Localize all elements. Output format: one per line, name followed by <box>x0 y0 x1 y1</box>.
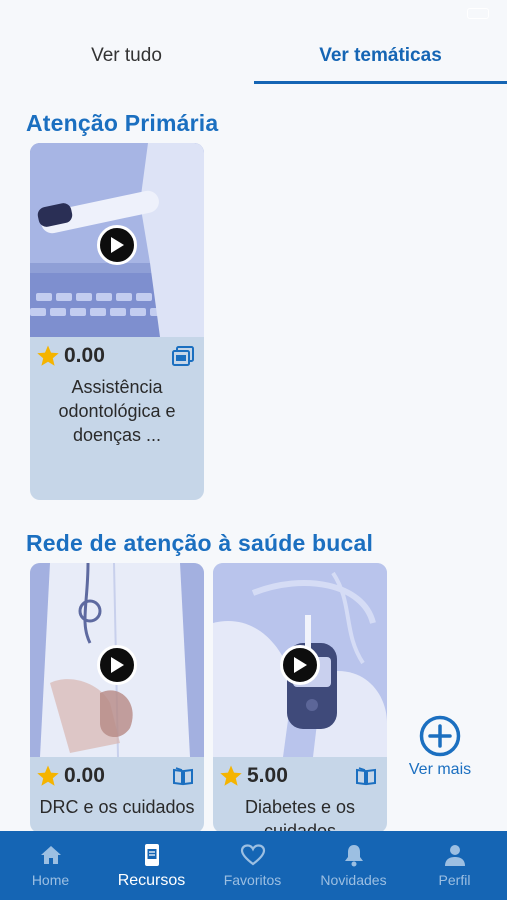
nav-home-label: Home <box>31 872 70 888</box>
resource-card[interactable]: 0.00 DRC e os cuidados <box>30 563 204 833</box>
card-thumbnail <box>30 563 204 757</box>
tab-bar: Ver tudo Ver temáticas <box>0 28 507 84</box>
card-title: Assistência odontológica e doenças ... <box>58 377 176 445</box>
nav-home[interactable]: Home <box>0 831 101 900</box>
resource-card[interactable]: 0.00 Assistência odontológica e doenças … <box>30 143 204 500</box>
resource-card[interactable]: 5.00 Diabetes e os cuidados <box>213 563 387 833</box>
rating-row: 0.00 <box>36 763 198 789</box>
nav-resources-label: Recursos <box>117 872 186 889</box>
user-icon <box>444 845 465 866</box>
see-more-label: Ver mais <box>408 761 472 778</box>
play-icon[interactable] <box>97 645 137 685</box>
play-icon[interactable] <box>97 225 137 265</box>
rating-row: 5.00 <box>219 763 381 789</box>
nav-favorites-label: Favoritos <box>223 872 282 888</box>
rating-value: 0.00 <box>64 764 105 787</box>
star-icon <box>37 345 59 366</box>
see-more-button[interactable]: Ver mais <box>400 715 480 785</box>
rating-value: 5.00 <box>247 764 288 787</box>
status-bar <box>0 0 507 28</box>
plus-circle-icon <box>419 715 461 757</box>
card-thumbnail <box>30 143 204 337</box>
star-icon <box>37 765 59 786</box>
card-title: DRC e os cuidados <box>39 797 195 817</box>
nav-profile-label: Perfil <box>438 872 471 888</box>
section-title-rede-saude-bucal: Rede de atenção à saúde bucal <box>26 530 374 556</box>
pdf-icon <box>172 346 194 366</box>
card-title: Diabetes e os cuidados <box>244 797 356 833</box>
heart-icon <box>240 844 265 866</box>
rating-row: 0.00 <box>36 343 198 369</box>
nav-news-label: Novidades <box>320 872 387 888</box>
bell-icon <box>344 845 363 867</box>
home-icon <box>40 846 61 864</box>
book-icon <box>173 767 193 786</box>
active-tab-indicator <box>254 81 507 84</box>
star-icon <box>220 765 242 786</box>
nav-favorites[interactable]: Favoritos <box>202 831 303 900</box>
rating-value: 0.00 <box>64 344 105 367</box>
nav-resources[interactable]: Recursos <box>101 831 202 900</box>
play-icon[interactable] <box>280 645 320 685</box>
tab-ver-tematicas[interactable]: Ver temáticas <box>254 28 507 84</box>
card-thumbnail <box>213 563 387 757</box>
tab-ver-tudo[interactable]: Ver tudo <box>0 28 253 84</box>
nav-profile[interactable]: Perfil <box>404 831 505 900</box>
book-icon <box>356 767 376 786</box>
nav-news[interactable]: Novidades <box>303 831 404 900</box>
section-title-atencao-primaria: Atenção Primária <box>26 110 219 136</box>
bottom-nav: Home Recursos Favoritos Novidades Perfil <box>0 831 507 900</box>
resources-icon <box>144 844 159 866</box>
battery-icon <box>467 8 489 19</box>
